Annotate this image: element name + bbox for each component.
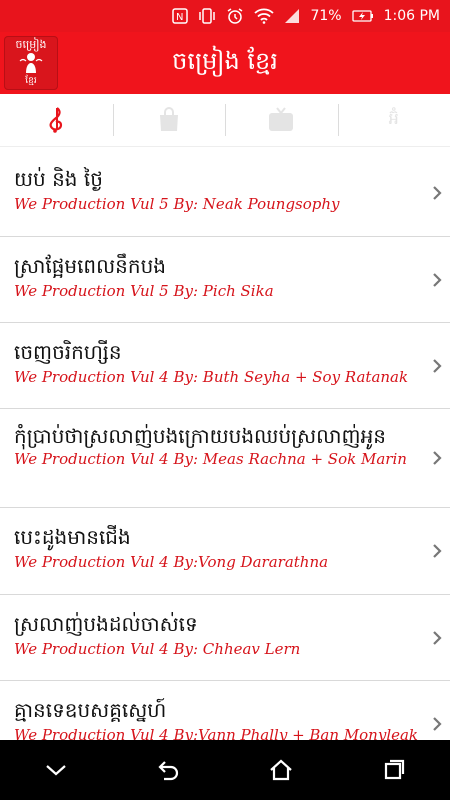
song-subtitle: We Production Vul 4 By: Chheav Lern	[14, 640, 301, 658]
wifi-icon	[254, 8, 275, 24]
system-nav-bar	[0, 740, 450, 800]
back-button[interactable]	[149, 750, 189, 790]
list-item[interactable]: ស្រលាញ់បងដល់ចាស់ទេ We Production Vul 4 B…	[0, 595, 450, 681]
tv-icon	[269, 107, 294, 131]
list-item[interactable]: ចេញចរិកហ្សីន We Production Vul 4 By: But…	[0, 323, 450, 409]
list-item[interactable]: យប់ និង ថ្ងៃ We Production Vul 5 By: Nea…	[0, 150, 450, 237]
vibrate-icon	[198, 8, 216, 24]
song-title: ស្រលាញ់បងដល់ចាស់ទេ	[14, 612, 198, 636]
song-title: ស្រាផ្អែមពេលនឹកបង	[14, 254, 166, 278]
chevron-down-icon	[46, 765, 66, 776]
shopping-bag-icon	[159, 107, 178, 131]
tab-bar: អ៊ំ	[0, 94, 450, 147]
app-title: ចម្រៀង ខ្មែរ	[172, 47, 278, 75]
svg-text:N: N	[176, 12, 183, 23]
song-list: យប់ និង ថ្ងៃ We Production Vul 5 By: Nea…	[0, 150, 450, 740]
home-button[interactable]	[261, 750, 301, 790]
tab-other[interactable]: អ៊ំ	[337, 94, 450, 146]
song-subtitle: We Production Vul 5 By: Neak Poungsophy	[14, 195, 340, 213]
song-title: កុំប្រាប់ថាស្រលាញ់បងក្រោយបងឈប់ស្រលាញ់អូន	[14, 424, 386, 448]
chevron-right-icon	[433, 451, 442, 465]
song-subtitle: We Production Vul 4 By:Vann Phally + Ban…	[14, 726, 419, 740]
chevron-right-icon	[433, 358, 442, 373]
tab-store[interactable]	[112, 94, 226, 146]
home-icon	[270, 759, 292, 781]
chevron-right-icon	[433, 716, 442, 731]
nfc-icon: N	[172, 8, 189, 24]
music-note-icon	[49, 107, 63, 133]
khmer-text-icon: អ៊ំ	[388, 109, 399, 128]
signal-icon	[284, 8, 300, 24]
list-item[interactable]: កុំប្រាប់ថាស្រលាញ់បងក្រោយបងឈប់ស្រលាញ់អូន…	[0, 409, 450, 508]
song-subtitle: We Production Vul 4 By: Meas Rachna + So…	[14, 450, 407, 468]
song-title: យប់ និង ថ្ងៃ	[14, 167, 103, 191]
tab-video[interactable]	[225, 94, 338, 146]
app-bar: ចម្រៀង ខ្មែរ ចម្រៀង ខ្មែរ	[0, 32, 450, 94]
chevron-right-icon	[433, 272, 442, 287]
tab-songs[interactable]	[0, 94, 113, 146]
song-subtitle: We Production Vul 4 By:Vong Dararathna	[14, 553, 329, 571]
recent-apps-icon	[384, 759, 404, 780]
hide-keyboard-button[interactable]	[36, 750, 76, 790]
chevron-right-icon	[433, 544, 442, 558]
list-item[interactable]: គ្មានទេឧបសគ្គស្នេហ៍ We Production Vul 4 …	[0, 681, 450, 740]
alarm-icon	[226, 7, 244, 25]
clock: 1:06 PM	[383, 8, 440, 24]
list-item[interactable]: ស្រាផ្អែមពេលនឹកបង We Production Vul 5 By…	[0, 237, 450, 323]
song-subtitle: We Production Vul 4 By: Buth Seyha + Soy…	[14, 368, 409, 386]
song-title: ចេញចរិកហ្សីន	[14, 340, 122, 364]
song-subtitle: We Production Vul 5 By: Pich Sika	[14, 282, 274, 300]
chevron-right-icon	[433, 630, 442, 645]
list-item[interactable]: បេះដូងមានជើង We Production Vul 4 By:Vong…	[0, 508, 450, 595]
song-title: បេះដូងមានជើង	[14, 525, 131, 549]
back-icon	[158, 761, 178, 781]
chevron-right-icon	[433, 186, 442, 200]
song-title: គ្មានទេឧបសគ្គស្នេហ៍	[14, 698, 167, 722]
battery-percent: 71%	[310, 8, 342, 24]
battery-charging-icon	[351, 10, 374, 22]
status-bar: N 71% 1:06 PM	[0, 0, 450, 32]
recent-apps-button[interactable]	[374, 750, 414, 790]
